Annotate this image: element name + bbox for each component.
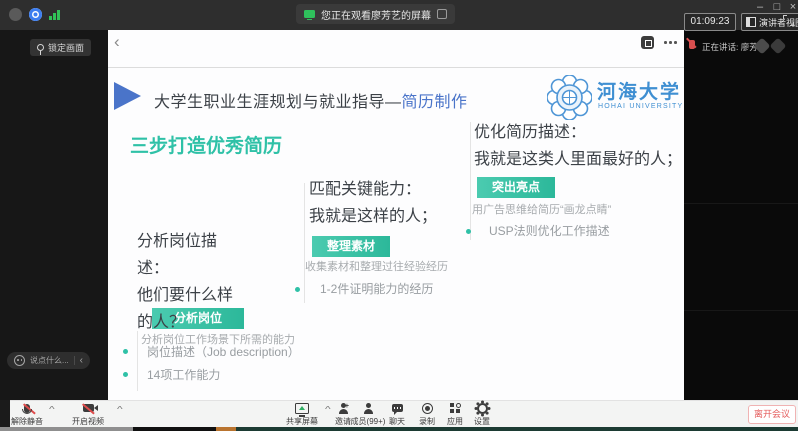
step2-stem [304,183,305,303]
record-icon [422,403,433,414]
previous-slide-button[interactable]: ‹ [114,32,120,52]
step3-heading: 优化简历描述： 我就是这类人里面最好的人； [474,119,682,173]
window-mode-icon[interactable] [641,36,654,49]
layout-icon [746,17,756,27]
bottom-strip [236,427,798,431]
screen-share-icon [304,10,315,18]
step3-badge: 突出亮点 [477,177,555,198]
title-arrow-icon [114,82,141,110]
meeting-window: 您正在观看廖芳艺的屏幕 – □ × 锁定画面 说点什么... ‹ ‹ 大学生职业… [0,0,798,431]
more-options-icon[interactable] [664,39,680,45]
pin-view-label: 锁定画面 [48,41,84,54]
info-icon[interactable] [9,8,22,21]
bullet-dot [123,372,128,377]
step2-heading: 匹配关键能力： 我就是这样的人； [309,176,437,230]
chat-icon [392,404,403,412]
members-icon [362,403,374,414]
apps-icon [450,403,461,414]
maximize-button[interactable]: □ [770,1,784,13]
bottom-strip [133,427,216,431]
bottom-strip-highlight [216,427,236,431]
shield-icon[interactable] [29,8,42,21]
close-button[interactable]: × [786,1,798,13]
top-bar: 您正在观看廖芳艺的屏幕 – □ × [0,0,798,30]
watermark-icon [770,38,787,55]
emoji-icon[interactable] [14,355,25,366]
pin-view-button[interactable]: 锁定画面 [30,39,91,56]
participants-panel: 正在讲话: 廖芳艺 [684,30,798,400]
step2-bullet: 1-2件证明能力的经历 [320,280,433,297]
fullscreen-icon[interactable] [783,15,794,26]
tile-separator [684,203,798,204]
slide-divider [108,67,684,68]
shared-screen: ‹ 大学生职业生涯规划与就业指导—简历制作 河海大学 HOHAI UNIVERS… [108,30,684,400]
minimize-button[interactable]: – [753,1,767,13]
section-title: 三步打造优秀简历 [130,131,282,158]
chat-placeholder: 说点什么... [30,355,69,366]
step1-heading: 分析岗位描 述： 他们要什么样 的人？ [137,228,233,336]
bullet-dot [123,349,128,354]
active-speaker-bar: 正在讲话: 廖芳艺 [684,36,798,58]
watching-banner[interactable]: 您正在观看廖芳艺的屏幕 [296,4,455,24]
divider [74,356,75,365]
university-name-cn: 河海大学 [597,77,681,104]
step1-stem [137,331,138,391]
meeting-timer: 01:09:23 [684,13,736,31]
step3-desc: 用广告思维给简历“画龙点睛” [472,201,611,217]
gear-icon [477,403,488,414]
hohai-university-seal-icon [547,75,592,120]
bullet-dot [295,287,300,292]
left-panel: 锁定画面 说点什么... ‹ [0,30,108,400]
slide-header-title: 大学生职业生涯规划与就业指导—简历制作 [154,88,468,112]
university-name-en: HOHAI UNIVERSITY [598,103,683,110]
mic-icon [24,404,30,413]
popout-icon[interactable] [437,9,447,19]
slide-header-accent: 简历制作 [402,94,468,111]
start-video-button[interactable]: 开启视频 [66,402,110,427]
quick-chat-input[interactable]: 说点什么... ‹ [7,352,90,369]
step1-desc: 分析岗位工作场景下所需的能力 [141,331,295,347]
share-screen-button[interactable]: 共享屏幕 [280,402,324,427]
leave-meeting-button[interactable]: 离开会议 [748,405,796,424]
step3-bullet: USP法则优化工作描述 [489,222,610,239]
step1-bullet: 14项工作能力 [147,366,220,383]
video-options-chevron[interactable]: ^ [117,405,123,414]
step2-desc: 收集素材和整理过往经验经历 [305,258,448,274]
collapse-icon[interactable]: ‹ [80,355,83,366]
bottom-strip [0,427,133,431]
settings-button[interactable]: 设置 [460,402,504,427]
step3-stem [470,122,471,240]
camera-icon [83,404,94,412]
bullet-dot [466,229,471,234]
watching-banner-label: 您正在观看廖芳艺的屏幕 [321,7,431,22]
audio-options-chevron[interactable]: ^ [49,405,55,414]
signal-icon[interactable] [49,10,61,20]
step2-badge: 整理素材 [312,236,390,257]
pin-icon [37,44,44,51]
unmute-button[interactable]: 解除静音 [5,402,49,427]
share-screen-icon [295,403,309,414]
tile-separator [684,310,798,311]
